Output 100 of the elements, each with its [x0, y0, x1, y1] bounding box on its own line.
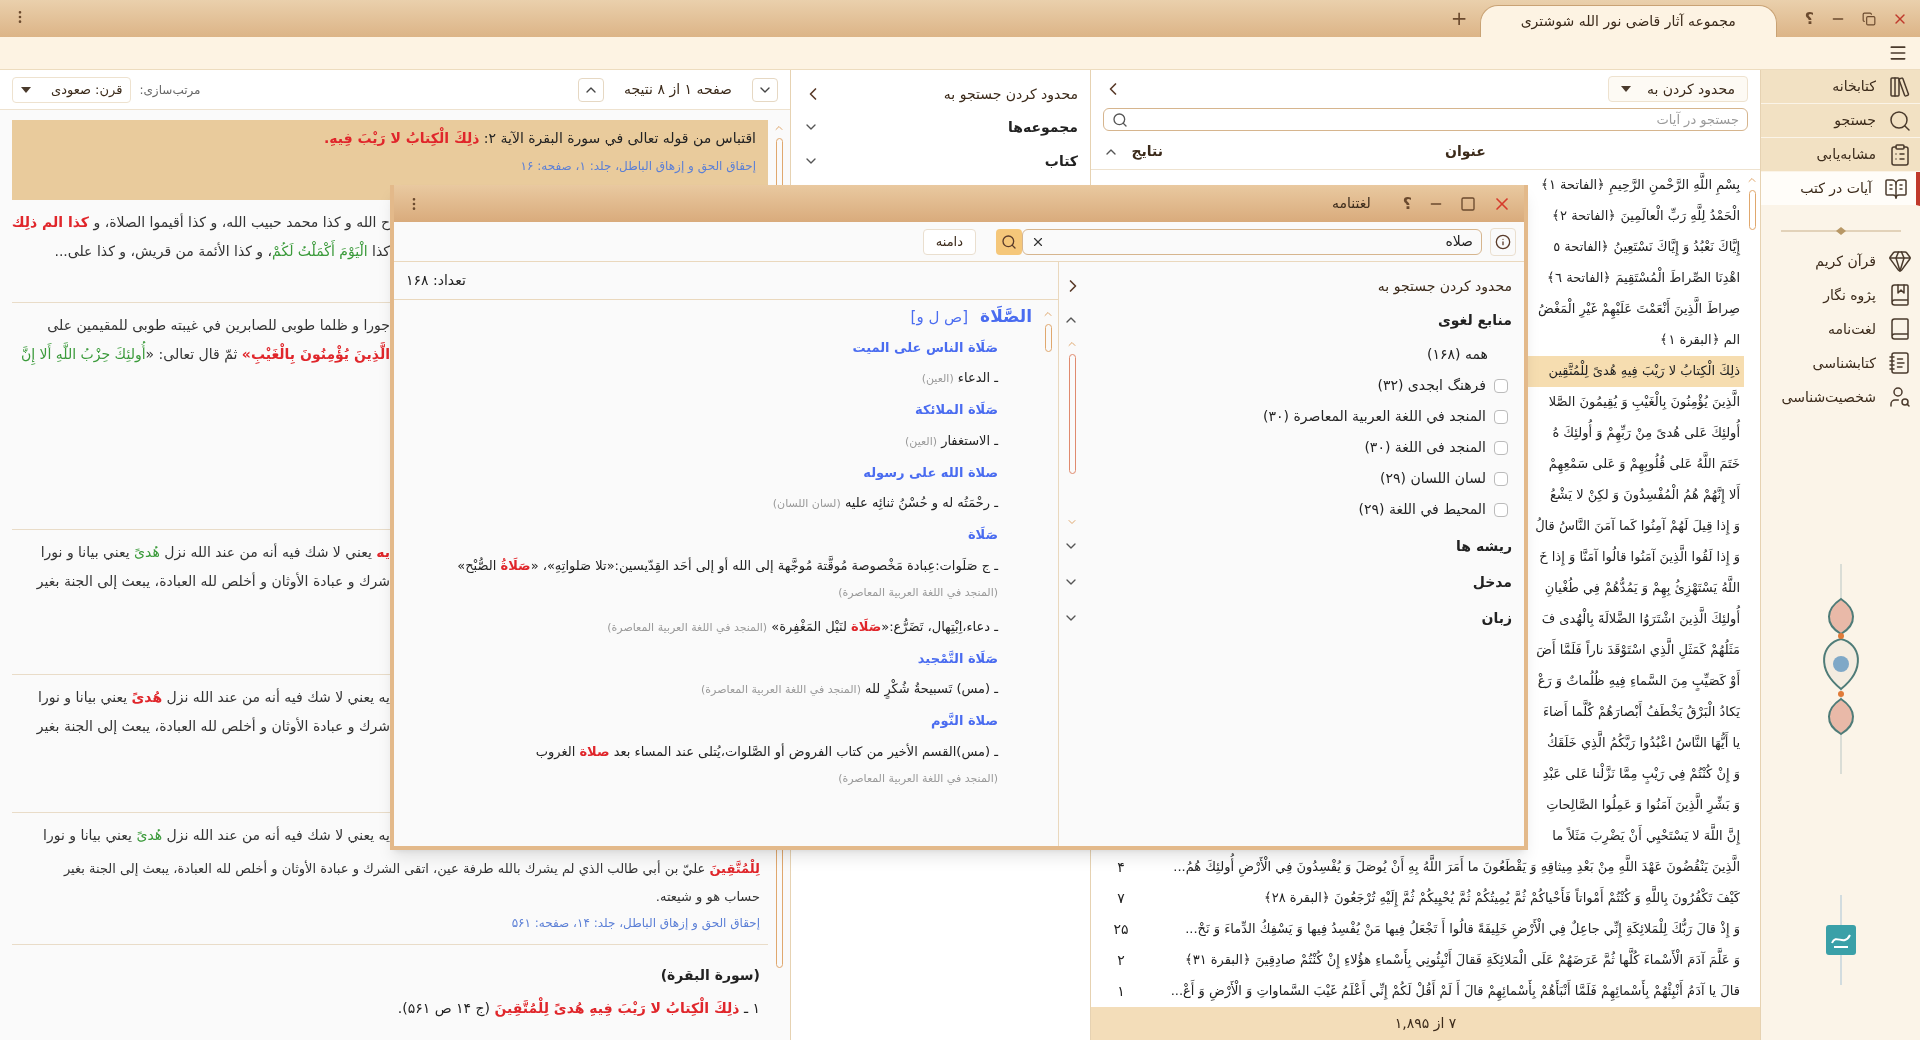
- result-card[interactable]: اقتباس من قوله تعالى في سورة البقرة الآية ۲: ذلِكَ الْكِتابُ لا رَيْبَ فِيهِ. إحقاق الحق و إزهاق الباطل، جلد: ۱، صفحه: ۱۶: [12, 120, 768, 200]
- result-text: ح الله و كذا محمد حبيب الله، و كذا أقيموا الصلاة، و كذا الم ذلِك: [12, 212, 390, 233]
- result-text: اقتباس من قوله تعالى في سورة البقرة الآية ۲: ذلِكَ الْكِتابُ لا رَيْبَ فِيهِ.: [24, 128, 756, 149]
- sort-label: مرتب‌سازی:: [139, 81, 201, 99]
- sidebar-icon: [1888, 142, 1912, 167]
- filter-option[interactable]: فرهنگ ابجدی (۳۲): [1377, 375, 1486, 396]
- sidebar-item[interactable]: کتابشناسی: [1761, 346, 1920, 380]
- maximize-icon[interactable]: [1460, 195, 1476, 212]
- verse-citation: ١ ـ ذلِكَ الْكِتابُ لا رَيْبَ فِيهِ هُدىً لِلْمُتَّقِينَ (ج ۱۴ ص ۵۶۱).: [12, 998, 768, 1019]
- result-text: ِيه يعني لا شك فيه أنه من عند الله نزل هُدىً يعني بيانا و نورا: [42, 825, 390, 846]
- result-text: كذا الْيَوْمَ أَكْمَلْتُ لَكُمْ، و كذا الأئمة من قريش، و كذا على...: [12, 241, 390, 262]
- definition-text: ـ الاستغفار: [941, 432, 998, 448]
- source-name: (العين): [921, 372, 954, 385]
- result-text: شرك و عبادة الأوثان و أخلص لله العبادة، يبعث إلى الجنة بغير: [35, 716, 390, 737]
- menu-icon[interactable]: [1888, 43, 1908, 63]
- search-icon: [1112, 111, 1128, 128]
- root-letters: [ص ل و]: [910, 306, 969, 328]
- checkbox[interactable]: [1494, 440, 1508, 455]
- definition-text: ـ الدعاء: [957, 370, 998, 385]
- source-name: (المنجد في اللغة العربية المعاصرة): [838, 771, 998, 785]
- page-info: صفحه ۱ از ۸ نتیجه: [624, 80, 732, 100]
- column-header[interactable]: عنوان: [1171, 141, 1760, 163]
- sense-title[interactable]: صلاة النَّوم: [402, 711, 998, 731]
- filter-option[interactable]: همه (۱۶۸): [1085, 338, 1512, 370]
- filter-group[interactable]: مدخل: [1472, 571, 1512, 593]
- sidebar-item[interactable]: لغت‌نامه: [1761, 312, 1920, 346]
- caret-icon: [1620, 86, 1631, 93]
- filter-group[interactable]: زبان: [1481, 607, 1512, 629]
- help-button[interactable]: ؟: [1402, 191, 1412, 216]
- verse-row[interactable]: وَ عَلَّمَ آدَمَ الْأَسْماءَ كُلَّها ثُمَّ عَرَضَهُمْ عَلَى الْمَلائِكَةِ فَقالَ أَنْبِئُونِي بِأَسْماءِ هؤُلاءِ إِنْ كُنْتُمْ صادِقِينَ ﴿البقرة ٣١﴾ ۲: [1091, 944, 1744, 976]
- filter-title: محدود کردن جستجو به: [943, 84, 1078, 105]
- sidebar-icon: [1888, 351, 1912, 375]
- source-name: (العين): [905, 434, 937, 448]
- sidebar-item[interactable]: شخصیت‌شناسی: [1761, 380, 1920, 414]
- sidebar-item[interactable]: آیات در کتب: [1761, 172, 1920, 206]
- headword: الصَّلَاة: [980, 305, 1032, 328]
- search-button[interactable]: [996, 228, 1022, 255]
- result-count: تعداد: ۱۶۸: [406, 271, 466, 290]
- sidebar-icon: [1884, 176, 1908, 201]
- caret-icon: [21, 86, 31, 93]
- filter-option[interactable]: المنجد في اللغة العربية المعاصرة (۳۰): [1263, 406, 1486, 427]
- sidebar-icon: [1888, 317, 1912, 341]
- checkbox[interactable]: [1494, 471, 1508, 486]
- new-tab-button[interactable]: +: [1450, 3, 1468, 33]
- sidebar-icon: [1888, 108, 1912, 133]
- info-icon: [1495, 233, 1511, 250]
- filter-dropdown[interactable]: محدود کردن به: [1607, 76, 1748, 103]
- panel-title: محدود کردن جستجو به: [1377, 276, 1512, 297]
- surah-heading: (سورة البقرة): [659, 966, 761, 986]
- info-button[interactable]: [1490, 227, 1516, 256]
- checkbox[interactable]: [1494, 502, 1508, 517]
- sidebar-item[interactable]: کتابخانه: [1761, 70, 1920, 104]
- column-header[interactable]: نتایج: [1131, 141, 1163, 163]
- next-page-button[interactable]: [752, 77, 778, 102]
- restore-icon[interactable]: [1862, 11, 1876, 26]
- sidebar-item[interactable]: پژوه نگار: [1761, 278, 1920, 312]
- sense-title[interactable]: صَلَاة الناس على الميت: [402, 337, 998, 357]
- sense-title[interactable]: صلاة الله على رسوله: [402, 462, 998, 482]
- filter-section[interactable]: کتاب: [1044, 150, 1078, 172]
- sort-dropdown[interactable]: قرن: صعودی: [12, 76, 132, 103]
- sidebar-icon: [1888, 249, 1912, 273]
- filter-option[interactable]: لسان اللسان (۲۹): [1380, 468, 1486, 489]
- filter-option[interactable]: المحيط في اللغة (۲۹): [1358, 499, 1486, 520]
- sense-title[interactable]: صَلَاة الملائكة: [402, 400, 998, 420]
- filter-group[interactable]: منابع لغوی: [1437, 309, 1512, 331]
- definition-text: ـ ج صَلَوات:عِبادة مَخْصوصة مُوقَّتة مُوجَّهة إلى الله أو إلى أحَد القِدّيسين:«تلا صَلواتِهِ»، «صَلَاةُ الصُّبْح»: [457, 557, 998, 573]
- verse-row[interactable]: الَّذِينَ يَنْقُضُونَ عَهْدَ اللَّهِ مِنْ بَعْدِ مِيثاقِهِ وَ يَقْطَعُونَ ما أَمَرَ اللَّهُ بِهِ أَنْ يُوصَلَ وَ يُفْسِدُونَ فِي الْأَرْضِ أُولئِكَ هُمُ... ۴: [1091, 851, 1744, 883]
- filter-group[interactable]: ریشه ها: [1456, 535, 1512, 557]
- result-text: حساب هو و شيعته.: [654, 887, 760, 906]
- filter-option[interactable]: المنجد فی اللغة (۳۰): [1364, 437, 1486, 458]
- previous-page-button[interactable]: [578, 77, 605, 102]
- checkbox[interactable]: [1494, 409, 1508, 424]
- sidebar-item[interactable]: قرآن کریم: [1761, 244, 1920, 278]
- source-name: (المنجد في اللغة العربية المعاصرة): [607, 620, 768, 634]
- source-name: (لسان اللسان): [772, 497, 841, 510]
- result-text: جورا و ظلما طوبى للصابرين في غيبته طوبى للمقيمين على: [46, 316, 390, 336]
- sidebar-item[interactable]: مشابه‌یابی: [1761, 138, 1920, 172]
- help-button[interactable]: ؟: [1804, 6, 1814, 31]
- sense-title[interactable]: صَلَاة التَّمْجيد: [402, 648, 998, 668]
- result-text: ِيه يعني لا شك فيه أنه من عند الله نزل هُدىً يعني بيانا و نورا: [39, 542, 390, 563]
- verse-row[interactable]: وَ إِذْ قالَ رَبُّكَ لِلْمَلائِكَةِ إِنِّي جاعِلٌ فِي الْأَرْضِ خَلِيفَةً قالُوا أَ تَجْعَلُ فِيها مَنْ يُفْسِدُ فِيها وَ يَسْفِكُ الدِّماءَ وَ نَحْ... ۲۵: [1091, 913, 1744, 945]
- result-text: ِيه يعني لا شك فيه أنه من عند الله نزل هُدىً يعني بيانا و نورا: [37, 687, 390, 708]
- sense-title[interactable]: صَلَاة: [402, 525, 998, 545]
- window-tab[interactable]: مجموعه آثار قاضی نور الله شوشتری: [1479, 5, 1777, 37]
- search-field[interactable]: صلاه: [1022, 228, 1482, 255]
- search-icon: [1001, 233, 1017, 250]
- verse-row[interactable]: قالَ يا آدَمُ أَنْبِئْهُمْ بِأَسْمائِهِمْ فَلَمَّا أَنْبَأَهُمْ بِأَسْمائِهِمْ قالَ أَ لَمْ أَقُلْ لَكُمْ إِنِّي أَعْلَمُ غَيْبَ السَّماواتِ وَ الْأَرْضِ وَ أَعْ... ۱: [1091, 975, 1744, 1007]
- result-text: لِلْمُتَّقِينَ عليّ بن أبي طالب الذي لم يشرك بالله طرفة عين، اتقى الشرك و عبادة الأوثان و أخلص لله العبادة، يبعث إلى الجنة بغير: [62, 859, 760, 879]
- source-name: (المنجد في اللغة العربية المعاصرة): [701, 683, 861, 696]
- definition-text: ـ دعاء،اِبْتِهال، تَضَرُّع:«صَلَاة لنَيْل المَغْفِرة»: [771, 618, 998, 634]
- sidebar-item[interactable]: جستجو: [1761, 104, 1920, 138]
- source-link[interactable]: إحقاق الحق و إزهاق الباطل، جلد: ۱۴، صفحه: ۵۶۱: [12, 914, 760, 932]
- window-title: لغتنامه: [1331, 194, 1371, 213]
- logo-icon: [1823, 895, 1858, 985]
- verse-row[interactable]: كَيْفَ تَكْفُرُونَ بِاللَّهِ وَ كُنْتُمْ أَمْواتاً فَأَحْياكُمْ ثُمَّ يُمِيتُكُمْ ثُمَّ يُحْيِيكُمْ ثُمَّ إِلَيْهِ تُرْجَعُونَ ﴿البقرة ٢٨﴾ ۷: [1091, 882, 1744, 914]
- filter-section[interactable]: مجموعه‌ها: [1008, 116, 1078, 138]
- checkbox[interactable]: [1494, 378, 1508, 393]
- scope-button[interactable]: دامنه: [922, 228, 976, 255]
- sidebar-icon: [1888, 74, 1912, 99]
- sidebar-icon: [1888, 385, 1912, 409]
